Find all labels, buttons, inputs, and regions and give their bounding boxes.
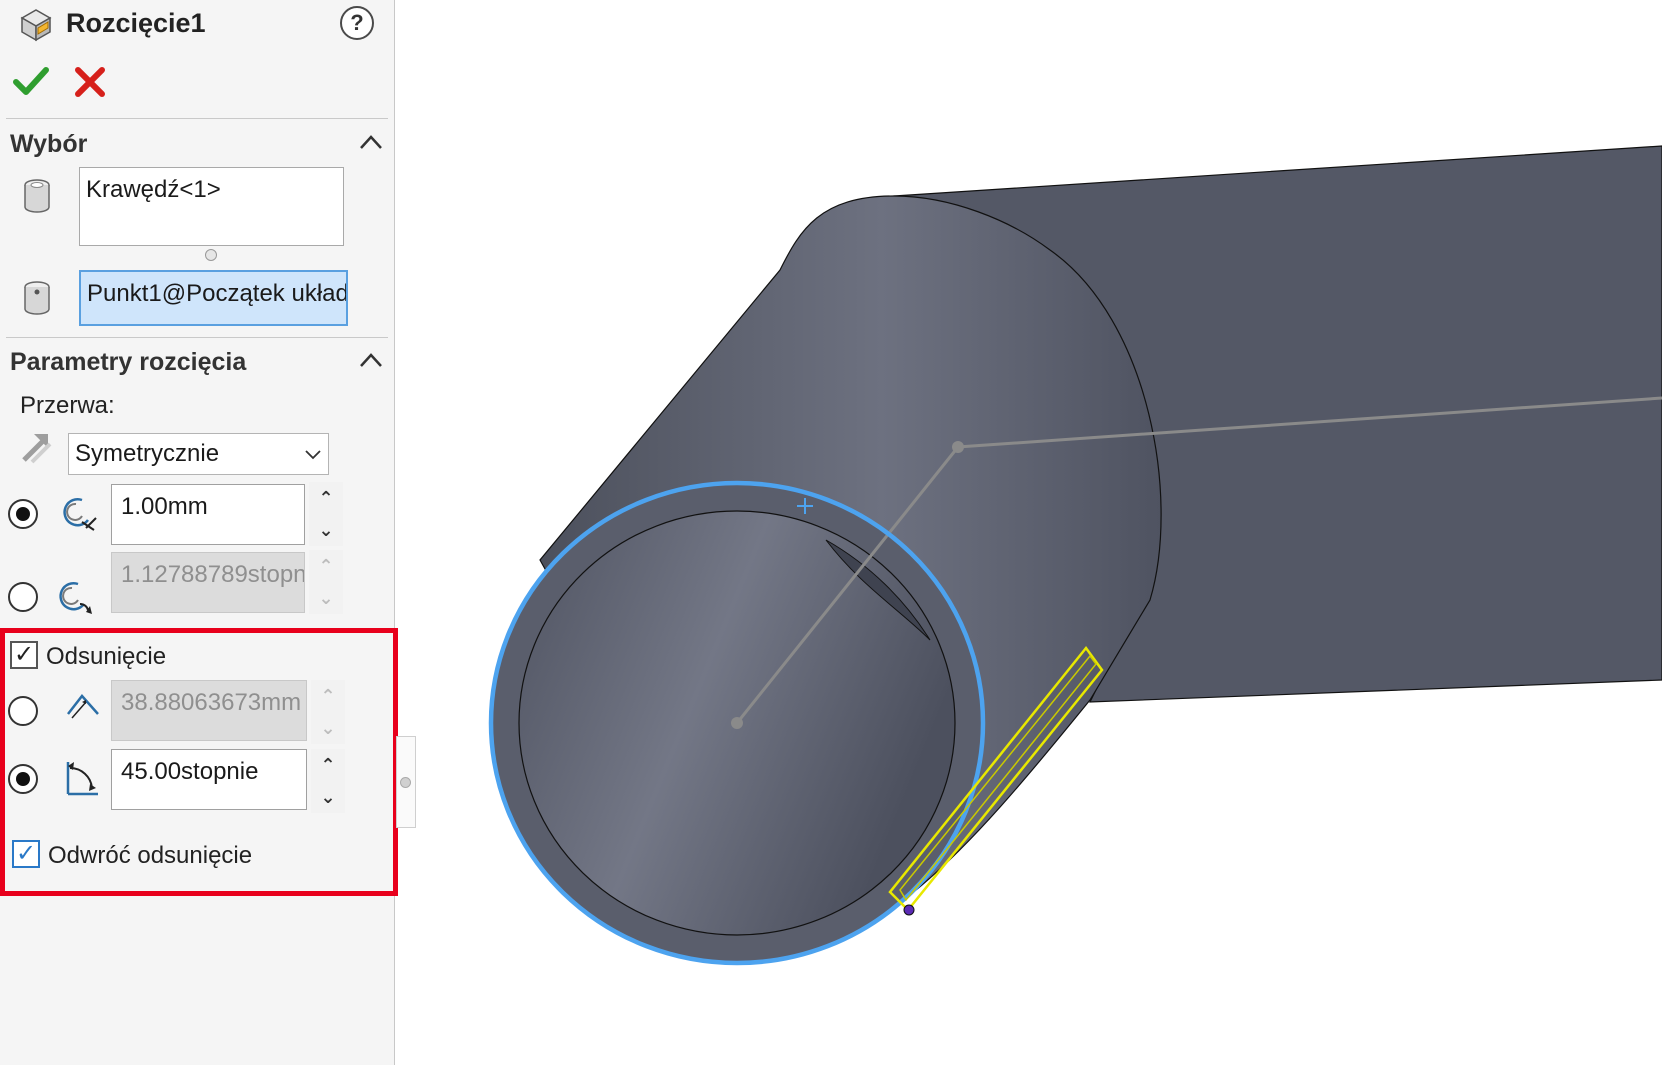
reverse-offset-checkbox[interactable]: ✓	[12, 840, 40, 868]
chevron-up-icon[interactable]	[358, 132, 384, 152]
rip-parameters-section-header: Parametry rozcięcia	[10, 348, 247, 376]
offset-angle-spinner[interactable]: ⌃ ⌄	[311, 749, 345, 813]
chevron-up-icon[interactable]: ⌃	[311, 749, 345, 781]
gap-distance-spinner[interactable]: ⌃ ⌄	[309, 482, 343, 546]
offset-distance-spinner[interactable]: ⌃ ⌄	[311, 680, 345, 744]
pipe-part-model[interactable]	[417, 0, 1662, 1065]
offset-label: Odsunięcie	[46, 643, 167, 670]
chevron-up-icon[interactable]: ⌃	[309, 550, 343, 582]
offset-angle-icon	[62, 758, 102, 798]
offset-distance-icon	[64, 690, 102, 728]
divider	[6, 118, 388, 119]
gap-distance-input[interactable]: 1.00mm	[111, 484, 305, 545]
cancel-button[interactable]	[72, 64, 108, 100]
checkmark-icon	[13, 67, 49, 95]
chevron-down-icon[interactable]: ⌄	[309, 582, 343, 614]
gap-type-dropdown[interactable]: Symetrycznie	[68, 433, 329, 475]
list-resize-handle[interactable]	[205, 249, 217, 261]
gap-angle-input[interactable]: 1.12788789stopnie	[111, 552, 305, 613]
graphics-viewport[interactable]	[417, 0, 1662, 1065]
offset-checkbox[interactable]: ✓	[10, 641, 38, 669]
gap-label: Przerwa:	[20, 392, 115, 419]
point-selection-field[interactable]: Punkt1@Początek układu	[79, 270, 348, 326]
x-icon	[75, 67, 105, 97]
offset-distance-radio[interactable]	[8, 696, 38, 726]
gap-distance-icon	[60, 494, 98, 532]
offset-angle-input[interactable]: 45.00stopnie	[111, 749, 307, 810]
chevron-down-icon[interactable]: ⌄	[309, 514, 343, 546]
edge-selection-icon	[22, 178, 52, 214]
gap-direction-icon	[18, 430, 54, 466]
gap-distance-radio[interactable]	[8, 499, 38, 529]
offset-angle-radio[interactable]	[8, 764, 38, 794]
edge-selection-list[interactable]: Krawędź<1>	[79, 167, 344, 246]
feature-title: Rozcięcie1	[66, 8, 206, 38]
reverse-offset-label: Odwróć odsunięcie	[48, 842, 253, 869]
chevron-up-icon[interactable]: ⌃	[311, 680, 345, 712]
divider	[6, 337, 388, 338]
point-selection-icon	[22, 280, 52, 316]
chevron-down-icon[interactable]: ⌄	[311, 781, 345, 813]
gap-angle-icon	[56, 578, 94, 616]
ok-button[interactable]	[12, 62, 50, 100]
help-icon[interactable]: ?	[340, 6, 374, 40]
gap-type-value: Symetrycznie	[75, 440, 220, 467]
gap-angle-radio[interactable]	[8, 582, 38, 612]
gap-angle-spinner[interactable]: ⌃ ⌄	[309, 550, 343, 614]
edge-selection-item[interactable]: Krawędź<1>	[86, 176, 221, 203]
chevron-up-icon[interactable]	[358, 350, 384, 370]
selection-section-header: Wybór	[10, 130, 88, 158]
chevron-down-icon[interactable]: ⌄	[311, 712, 345, 744]
sheet-metal-rip-icon	[18, 6, 54, 42]
property-manager-panel: Rozcięcie1 ? Wybór Krawędź<1> Punkt1@Poc…	[0, 0, 398, 1065]
point-selection-item[interactable]: Punkt1@Początek układu	[87, 280, 346, 307]
chevron-down-icon	[305, 450, 321, 460]
panel-splitter-handle[interactable]	[396, 736, 416, 828]
chevron-up-icon[interactable]: ⌃	[309, 482, 343, 514]
offset-distance-input[interactable]: 38.88063673mm	[111, 680, 307, 741]
